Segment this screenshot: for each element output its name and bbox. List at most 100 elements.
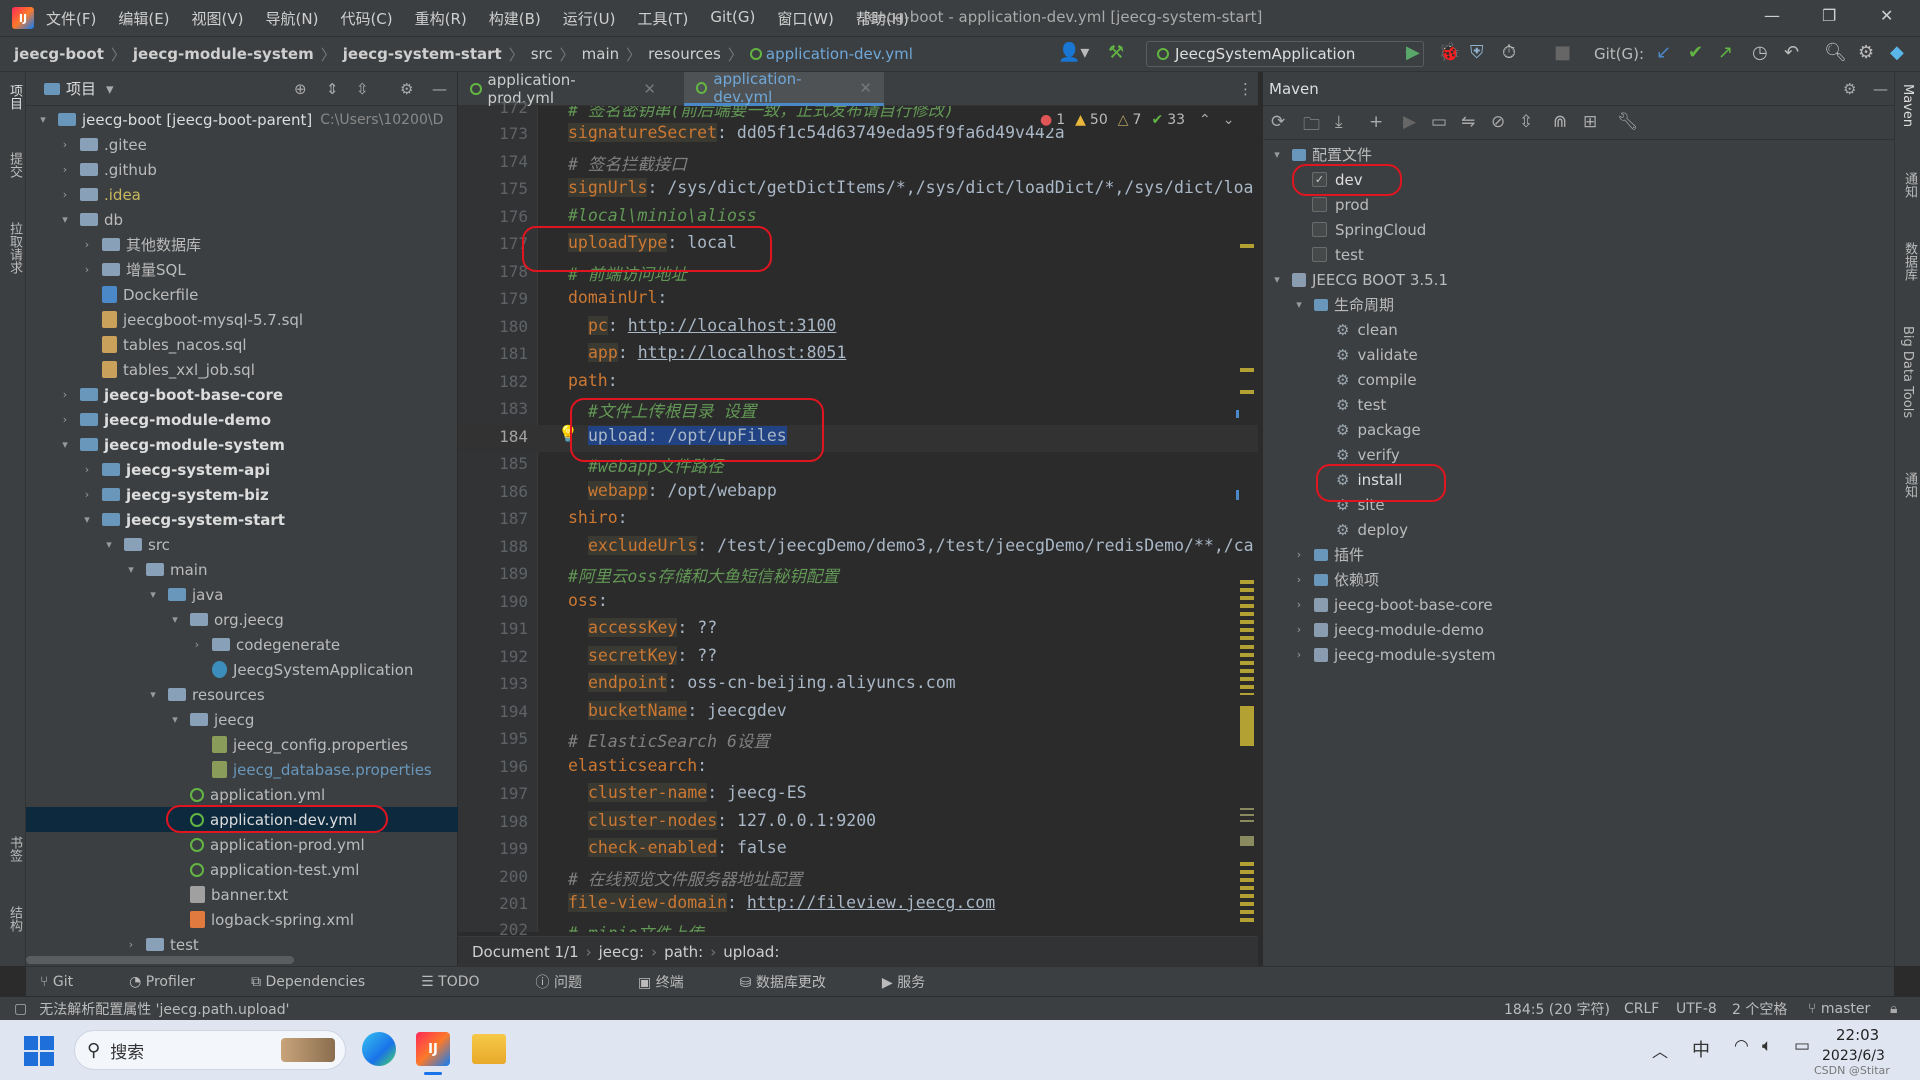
tree-item[interactable]: › .gitee [58,132,147,157]
breadcrumb-main[interactable]: main [582,45,619,63]
dependency-diagram-icon[interactable]: ⋒ [1553,112,1567,132]
options-gear-icon[interactable]: ⚙ [400,80,413,98]
wrench-icon[interactable]: 🔧︎ [1617,112,1639,132]
lock-icon[interactable]: 🔒︎ [1890,1001,1897,1017]
wifi-icon[interactable]: ◠ [1734,1036,1749,1056]
tree-item[interactable]: jeecg_database.properties [212,757,432,782]
close-icon[interactable]: ✕ [1880,6,1893,25]
maven-project-node[interactable]: ▾ JEECG BOOT 3.5.1 [1270,267,1448,292]
previous-problem-icon[interactable]: ⌃ [1199,112,1211,128]
toggle-offline-icon[interactable]: ⇋ [1461,112,1475,132]
clock-time[interactable]: 22:03 [1836,1026,1879,1044]
close-tab-icon[interactable]: ✕ [859,79,872,97]
git-push-icon[interactable]: ↗ [1718,42,1733,63]
tree-item[interactable]: JeecgSystemApplication [212,657,413,682]
tool-project[interactable]: 项目 [5,84,24,110]
hide-panel-icon[interactable]: — [432,80,447,98]
build-hammer-icon[interactable]: ⚒ [1108,42,1124,63]
git-commit-icon[interactable]: ✔ [1688,42,1703,63]
battery-icon[interactable]: ▭ [1794,1036,1810,1056]
tree-item[interactable]: › .idea [58,182,141,207]
maven-module-node[interactable]: › jeecg-module-system [1292,642,1496,667]
menu-navigate[interactable]: 导航(N) [266,8,319,29]
tree-item[interactable]: jeecg_config.properties [212,732,408,757]
lifecycle-package[interactable]: ⚙ package [1336,417,1421,442]
menu-build[interactable]: 构建(B) [489,8,541,29]
breadcrumb-module[interactable]: jeecg-module-system [133,45,314,63]
breadcrumb-file[interactable]: application-dev.yml [766,45,913,63]
coverage-icon[interactable]: ⛨ [1470,42,1484,63]
execute-goal-icon[interactable]: ▭ [1431,112,1447,132]
indent-setting[interactable]: 2 个空格 [1732,999,1787,1019]
breadcrumb-resources[interactable]: resources [648,45,721,63]
tree-item[interactable]: application-prod.yml [190,832,365,857]
file-explorer-icon[interactable] [472,1034,506,1064]
tree-item[interactable]: tables_xxl_job.sql [102,357,255,382]
maven-lifecycle-node[interactable]: ▾ 生命周期 [1292,292,1394,317]
tool-big-data[interactable]: Big Data Tools [1900,326,1915,418]
breadcrumb-src[interactable]: src [531,45,553,63]
debug-icon[interactable]: 🐞 [1438,42,1460,63]
tree-item[interactable]: › jeecg-boot-base-core [58,382,283,407]
skip-tests-icon[interactable]: ⊘ [1491,112,1505,132]
tree-item[interactable]: › jeecg-system-biz [80,482,269,507]
menu-window[interactable]: 窗口(W) [777,8,834,29]
profile-test-checkbox[interactable] [1312,247,1327,262]
tool-bookmarks[interactable]: 书签 [5,836,24,862]
user-icon[interactable]: 👤▾ [1058,42,1089,63]
tree-item[interactable]: ▾ java [146,582,223,607]
expand-all-icon[interactable]: ⇕ [326,80,339,98]
tree-item[interactable]: logback-spring.xml [190,907,354,932]
add-folder-icon[interactable]: 🗀 [1303,112,1320,141]
tool-commit[interactable]: 提交 [5,152,24,178]
tree-root[interactable]: ▾ jeecg-boot [jeecg-boot-parent] C:\Users\… [36,107,443,132]
tab-application-dev[interactable]: application-dev.yml ✕ [684,70,884,106]
intellij-logo-icon[interactable]: IJ [12,7,34,29]
taskbar-search-box[interactable]: ⚲ 搜索 [74,1030,346,1070]
close-tab-icon[interactable]: ✕ [643,80,656,98]
tree-item[interactable]: ▾ jeecg [168,707,254,732]
tab-menu-icon[interactable]: ⋮ [1238,80,1253,98]
tree-item[interactable]: application-test.yml [190,857,359,882]
lifecycle-test[interactable]: ⚙ test [1336,392,1386,417]
tab-todo[interactable]: ☰ TODO [421,974,507,990]
horizontal-scrollbar[interactable] [26,956,294,964]
tab-services[interactable]: ▶ 服务 [882,972,953,992]
tray-chevron-up-icon[interactable]: ︿ [1652,1038,1668,1062]
maven-settings-gear-icon[interactable]: ⚙ [1843,80,1856,98]
line-separator[interactable]: CRLF [1624,1001,1659,1017]
file-encoding[interactable]: UTF-8 [1676,1001,1717,1017]
menu-refactor[interactable]: 重构(R) [415,8,467,29]
tree-item[interactable]: ▾ jeecg-system-start [80,507,285,532]
ime-indicator[interactable]: 中 [1692,1036,1710,1062]
tab-dependencies[interactable]: ⧉ Dependencies [251,974,393,990]
inspection-widget[interactable]: ● 1 ▲ 50 △ 7 ✔ 33 ⌃ ⌄ [1036,112,1239,128]
tool-notifications[interactable]: 通知 [1900,172,1919,198]
tree-item[interactable]: › 增量SQL [80,257,186,282]
menu-code[interactable]: 代码(C) [340,8,392,29]
tab-problems[interactable]: ⓘ 问题 [536,972,610,992]
tree-item[interactable]: › jeecg-system-api [80,457,270,482]
tree-item[interactable]: › .github [58,157,157,182]
git-update-icon[interactable]: ↙ [1656,42,1671,63]
tree-item[interactable]: ▾ main [124,557,207,582]
breadcrumb-submodule[interactable]: jeecg-system-start [343,45,502,63]
tool-structure[interactable]: 结构 [5,906,24,932]
tree-item[interactable]: › codegenerate [190,632,340,657]
tree-item[interactable]: ▾ jeecg-module-system [58,432,285,457]
history-icon[interactable]: ◷ [1752,42,1768,63]
profile-springcloud-checkbox[interactable] [1312,222,1327,237]
tab-profiler[interactable]: ◔ Profiler [129,974,223,990]
restore-icon[interactable]: ❐ [1822,6,1836,25]
profile-icon[interactable]: ⏱ [1502,42,1516,63]
tool-database[interactable]: 数据库 [1900,242,1919,281]
collapse-all-icon[interactable]: ⇳ [356,80,369,98]
menu-run[interactable]: 运行(U) [563,8,616,29]
maven-module-node[interactable]: › jeecg-module-demo [1292,617,1484,642]
menu-file[interactable]: 文件(F) [46,8,96,29]
volume-icon[interactable]: 🔈︎ [1762,1036,1772,1056]
tree-item[interactable]: › test [124,932,199,957]
windows-start-icon[interactable] [24,1036,54,1066]
chevron-down-icon[interactable]: ▾ [106,80,114,98]
tool-notify[interactable]: 通知 [1900,472,1919,498]
